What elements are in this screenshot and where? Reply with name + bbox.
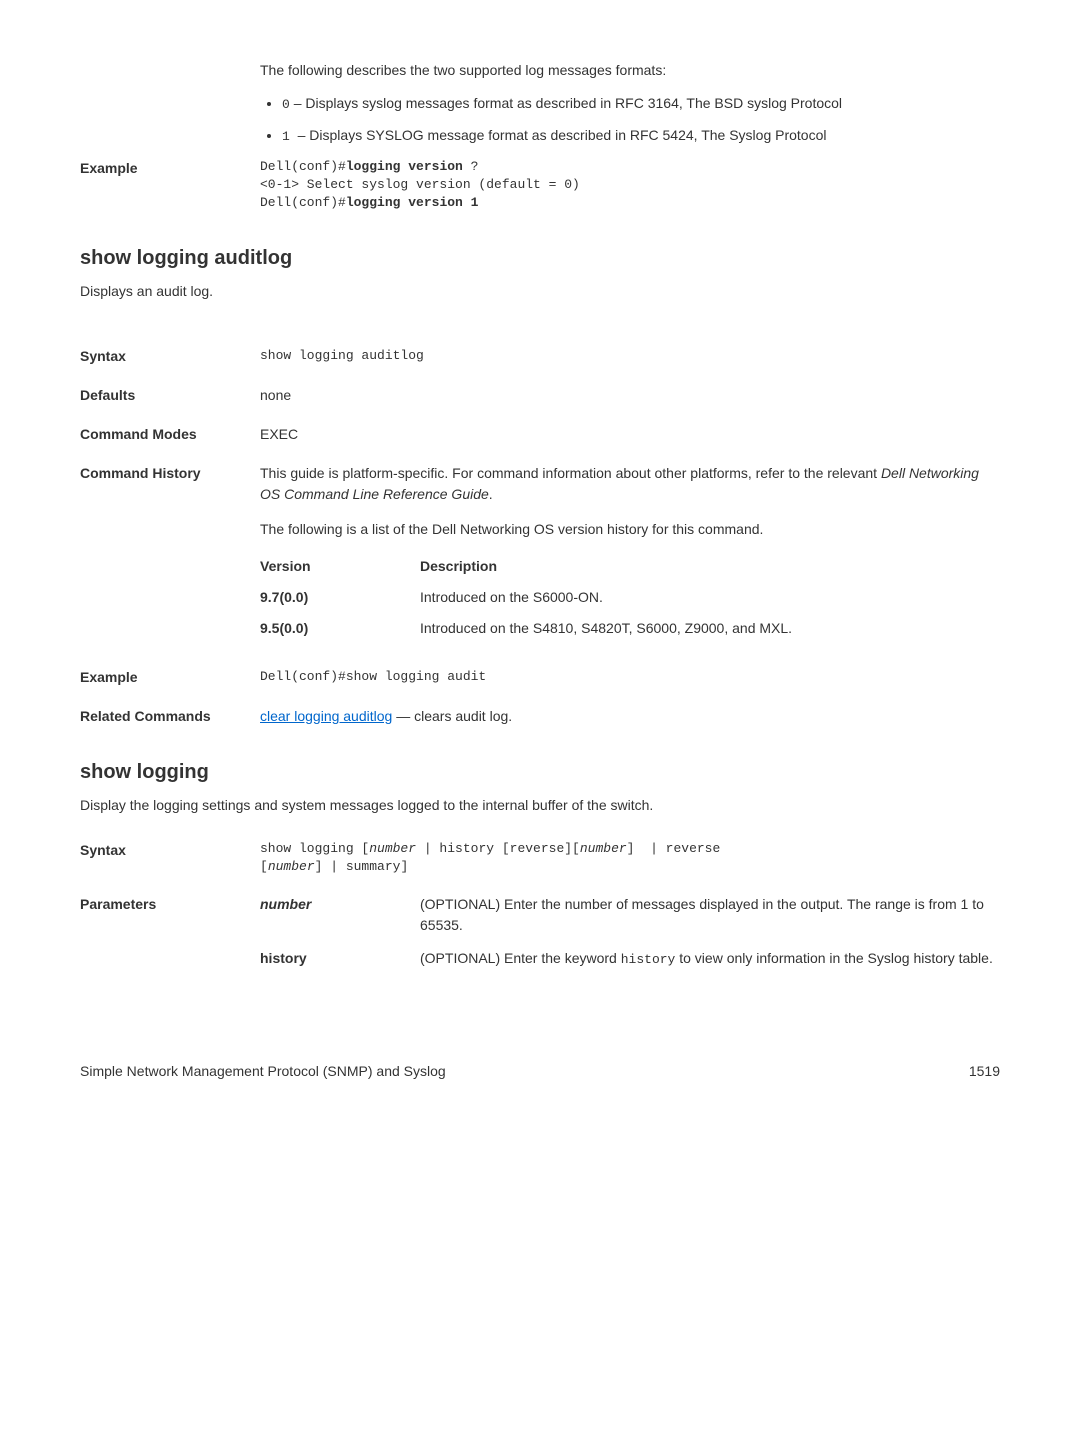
example-code: Dell(conf)#logging version ? <0-1> Selec… (260, 158, 1000, 213)
section-title-auditlog: show logging auditlog (80, 243, 1000, 273)
related-post: — clears audit log. (392, 708, 512, 724)
example-row-1: Example Dell(conf)#logging version ? <0-… (80, 158, 1000, 213)
version-header-2: Description (420, 556, 1000, 577)
syntax-row-3: Syntax show logging [number | history [r… (80, 840, 1000, 876)
param-row-history: history (OPTIONAL) Enter the keyword his… (260, 948, 1000, 970)
section-desc-auditlog: Displays an audit log. (80, 281, 1000, 302)
version-table: Version Description 9.7(0.0) Introduced … (260, 556, 1000, 639)
parameters-content: number (OPTIONAL) Enter the number of me… (260, 894, 1000, 982)
history-paragraph-2: The following is a list of the Dell Netw… (260, 519, 1000, 540)
version-header-row: Version Description (260, 556, 1000, 577)
param-history-desc: (OPTIONAL) Enter the keyword history to … (420, 948, 1000, 970)
defaults-row: Defaults none (80, 385, 1000, 406)
page-footer: Simple Network Management Protocol (SNMP… (80, 1061, 1000, 1082)
history-label: Command History (80, 463, 260, 649)
version-header-1: Version (260, 556, 420, 577)
example2-label: Example (80, 667, 260, 688)
param-number-name: number (260, 894, 420, 936)
related-row: Related Commands clear logging auditlog … (80, 706, 1000, 727)
section-desc-showlogging: Display the logging settings and system … (80, 795, 1000, 816)
modes-label: Command Modes (80, 424, 260, 445)
related-label: Related Commands (80, 706, 260, 727)
format-bullet-1: 0 – Displays syslog messages format as d… (282, 93, 1000, 115)
section-title-showlogging: show logging (80, 757, 1000, 787)
defaults-value: none (260, 385, 1000, 406)
formats-intro: The following describes the two supporte… (260, 60, 1000, 81)
defaults-label: Defaults (80, 385, 260, 406)
version-row-1: 9.7(0.0) Introduced on the S6000-ON. (260, 587, 1000, 608)
footer-page-number: 1519 (969, 1061, 1000, 1082)
syntax-label: Syntax (80, 346, 260, 367)
formats-intro-block: The following describes the two supporte… (260, 60, 1000, 146)
parameters-row: Parameters number (OPTIONAL) Enter the n… (80, 894, 1000, 982)
formats-list: 0 – Displays syslog messages format as d… (282, 93, 1000, 146)
param-history-name: history (260, 948, 420, 970)
format-bullet-2: 1 – Displays SYSLOG message format as de… (282, 125, 1000, 147)
format1-code: 0 (282, 97, 290, 112)
example2-value: Dell(conf)#show logging audit (260, 667, 1000, 688)
version-row-2: 9.5(0.0) Introduced on the S4810, S4820T… (260, 618, 1000, 639)
param-number-desc: (OPTIONAL) Enter the number of messages … (420, 894, 1000, 936)
history-row: Command History This guide is platform-s… (80, 463, 1000, 649)
syntax-row: Syntax show logging auditlog (80, 346, 1000, 367)
example-row-2: Example Dell(conf)#show logging audit (80, 667, 1000, 688)
param-row-number: number (OPTIONAL) Enter the number of me… (260, 894, 1000, 936)
modes-value: EXEC (260, 424, 1000, 445)
related-content: clear logging auditlog — clears audit lo… (260, 706, 1000, 727)
format2-text: – Displays SYSLOG message format as desc… (298, 127, 827, 143)
history-paragraph-1: This guide is platform-specific. For com… (260, 463, 1000, 505)
related-link[interactable]: clear logging auditlog (260, 708, 392, 724)
version-2-ver: 9.5(0.0) (260, 618, 420, 639)
format1-text: – Displays syslog messages format as des… (290, 95, 842, 111)
syntax3-value: show logging [number | history [reverse]… (260, 840, 1000, 876)
modes-row: Command Modes EXEC (80, 424, 1000, 445)
history-content: This guide is platform-specific. For com… (260, 463, 1000, 649)
version-1-ver: 9.7(0.0) (260, 587, 420, 608)
parameters-label: Parameters (80, 894, 260, 982)
version-1-desc: Introduced on the S6000-ON. (420, 587, 1000, 608)
footer-left: Simple Network Management Protocol (SNMP… (80, 1061, 446, 1082)
example-label: Example (80, 158, 260, 213)
syntax-value: show logging auditlog (260, 346, 1000, 367)
syntax3-label: Syntax (80, 840, 260, 876)
version-2-desc: Introduced on the S4810, S4820T, S6000, … (420, 618, 1000, 639)
format2-code: 1 (282, 129, 298, 144)
